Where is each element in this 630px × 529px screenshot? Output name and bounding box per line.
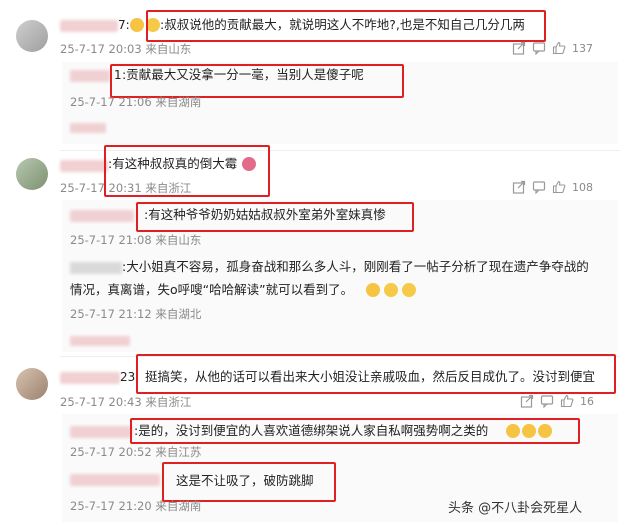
comment-actions: 108 bbox=[512, 180, 593, 194]
thumbs-up-icon[interactable] bbox=[560, 394, 574, 408]
emoji-laugh-icon bbox=[366, 283, 380, 297]
comment-actions: 16 bbox=[520, 394, 594, 408]
reply-meta: 25-7-17 20:52 来自江苏 bbox=[70, 445, 202, 459]
emoji-laugh-icon bbox=[130, 18, 144, 32]
reply-text-line1: :大小姐真不容易，孤身奋战和那么多人斗，刚刚看了一帖子分析了现在遗产争夺战的 bbox=[122, 259, 589, 274]
avatar[interactable] bbox=[16, 20, 48, 52]
like-count: 137 bbox=[572, 41, 593, 55]
comment-meta: 25-7-17 20:31 来自浙江 bbox=[60, 181, 192, 195]
emoji-cat-icon bbox=[402, 283, 416, 297]
username-redacted[interactable] bbox=[60, 372, 120, 384]
comment-icon[interactable] bbox=[532, 41, 546, 55]
highlight-box bbox=[136, 354, 616, 394]
reply-meta: 25-7-17 21:06 来自湖南 bbox=[70, 95, 202, 109]
username-redacted[interactable] bbox=[60, 20, 118, 32]
emoji-cat-icon bbox=[384, 283, 398, 297]
like-count: 108 bbox=[572, 180, 593, 194]
like-count: 16 bbox=[580, 394, 594, 408]
avatar[interactable] bbox=[16, 158, 48, 190]
comment-meta: 25-7-17 20:43 来自浙江 bbox=[60, 395, 192, 409]
share-icon[interactable] bbox=[512, 180, 526, 194]
more-replies-redacted[interactable] bbox=[70, 123, 106, 133]
highlight-box bbox=[162, 462, 336, 502]
reply-meta: 25-7-17 21:08 来自山东 bbox=[70, 233, 202, 247]
avatar[interactable] bbox=[16, 368, 48, 400]
highlight-box bbox=[110, 64, 404, 98]
highlight-box bbox=[136, 202, 414, 232]
share-icon[interactable] bbox=[512, 41, 526, 55]
more-replies-redacted[interactable] bbox=[70, 336, 130, 346]
highlight-box bbox=[146, 10, 546, 42]
username-redacted[interactable] bbox=[70, 210, 134, 222]
thumbs-up-icon[interactable] bbox=[552, 41, 566, 55]
reply-meta: 25-7-17 21:20 来自湖南 bbox=[70, 499, 202, 513]
reply-meta: 25-7-17 21:12 来自湖北 bbox=[70, 307, 202, 321]
highlight-box bbox=[130, 418, 580, 444]
username-redacted[interactable] bbox=[60, 160, 108, 172]
share-icon[interactable] bbox=[520, 394, 534, 408]
comment-icon[interactable] bbox=[532, 180, 546, 194]
username-suffix: 7: bbox=[118, 18, 130, 32]
comment-icon[interactable] bbox=[540, 394, 554, 408]
comment-meta: 25-7-17 20:03 来自山东 bbox=[60, 42, 192, 56]
username-redacted[interactable] bbox=[70, 70, 110, 82]
username-redacted[interactable] bbox=[70, 262, 122, 274]
comment-actions: 137 bbox=[512, 41, 593, 55]
thumbs-up-icon[interactable] bbox=[552, 180, 566, 194]
username-redacted[interactable] bbox=[70, 474, 160, 486]
watermark: 头条 @不八卦会死星人 bbox=[448, 501, 583, 516]
username-redacted[interactable] bbox=[70, 426, 132, 438]
reply-text-line2: 情况，真离谱，失o呼嗖“哈哈解读”就可以看到了。 bbox=[70, 282, 354, 297]
